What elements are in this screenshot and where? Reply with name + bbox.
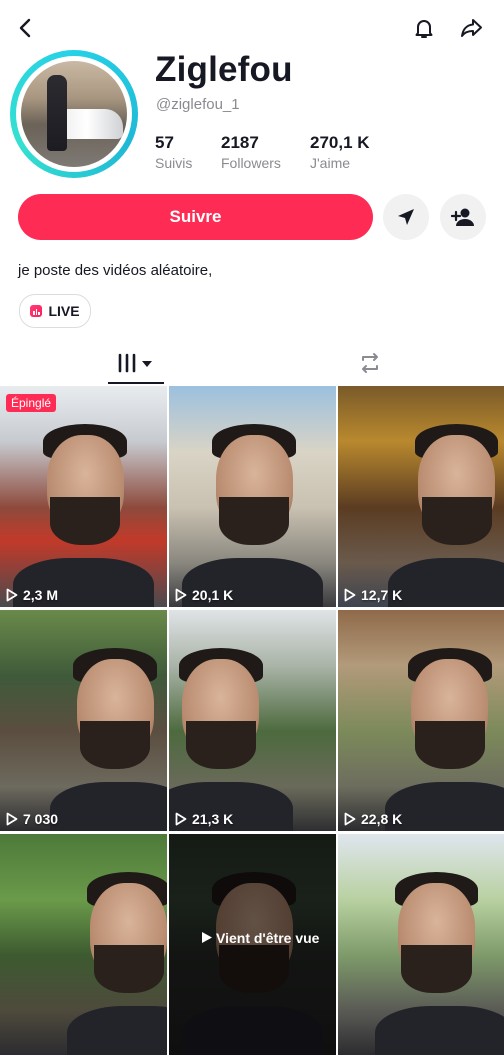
view-count-value: 22,8 K xyxy=(361,811,403,827)
back-button[interactable] xyxy=(8,10,44,46)
tab-videos[interactable] xyxy=(108,346,164,380)
chevron-left-icon xyxy=(19,18,31,38)
add-user-icon xyxy=(451,208,474,226)
share-arrow-icon xyxy=(461,19,482,37)
video-tile[interactable]: Épinglé 2,3 M xyxy=(0,386,167,607)
stat-likes[interactable]: 270,1 K J'aime xyxy=(310,133,370,171)
view-count-value: 7 030 xyxy=(23,811,59,827)
play-icon xyxy=(175,812,187,826)
thumbnail-beard-shape xyxy=(421,496,492,546)
stat-following-value: 57 xyxy=(155,133,174,152)
stat-followers-value: 2187 xyxy=(221,133,259,152)
video-tile[interactable]: 12,7 K xyxy=(338,386,504,607)
view-count: 21,3 K xyxy=(175,811,233,827)
just-seen-overlay: Vient d'être vue xyxy=(169,834,336,1055)
video-tile[interactable]: 7 030 xyxy=(0,610,167,831)
share-button[interactable] xyxy=(454,10,490,46)
video-tile[interactable]: 22,8 K xyxy=(338,610,504,831)
top-bar xyxy=(0,0,504,56)
thumbnail-shirt-shape xyxy=(384,782,504,831)
view-count: 22,8 K xyxy=(344,811,402,827)
stat-following[interactable]: 57 Suivis xyxy=(155,133,192,171)
play-icon xyxy=(344,588,356,602)
just-seen-label: Vient d'être vue xyxy=(216,930,320,946)
avatar-frame xyxy=(16,56,132,172)
stat-following-label: Suivis xyxy=(155,155,193,171)
thumbnail-shirt-shape xyxy=(388,558,504,607)
tab-active-indicator xyxy=(108,382,164,384)
video-tile[interactable]: 20,1 K xyxy=(169,386,336,607)
avatar-person-shape xyxy=(47,75,67,151)
thumbnail-beard-shape xyxy=(414,720,485,770)
view-count: 20,1 K xyxy=(175,587,233,603)
view-count-value: 20,1 K xyxy=(192,587,234,603)
thumbnail-beard-shape xyxy=(50,496,121,546)
play-icon xyxy=(344,812,356,826)
notifications-button[interactable] xyxy=(406,10,442,46)
play-icon xyxy=(6,812,18,826)
thumbnail-beard-shape xyxy=(401,944,472,994)
play-icon xyxy=(6,588,18,602)
stat-likes-value: 270,1 K xyxy=(310,133,370,152)
video-tile[interactable] xyxy=(338,834,504,1055)
send-icon xyxy=(398,209,414,225)
view-count: 12,7 K xyxy=(344,587,402,603)
stat-followers[interactable]: 2187 Followers xyxy=(221,133,281,171)
video-tile[interactable]: Vient d'être vue xyxy=(169,834,336,1055)
repost-icon xyxy=(362,353,378,373)
video-tile[interactable] xyxy=(0,834,167,1055)
thumbnail-beard-shape xyxy=(219,496,290,546)
profile-bio: je poste des vidéos aléatoire, xyxy=(18,262,213,279)
thumbnail-shirt-shape xyxy=(66,1006,167,1055)
view-count: 7 030 xyxy=(6,811,58,827)
video-tile[interactable]: 21,3 K xyxy=(169,610,336,831)
live-label: LIVE xyxy=(48,303,80,319)
add-friend-button[interactable] xyxy=(440,194,486,240)
thumbnail-shirt-shape xyxy=(50,782,167,831)
profile-handle: @ziglefou_1 xyxy=(156,96,240,113)
tab-reposts[interactable] xyxy=(352,346,388,380)
bell-icon xyxy=(415,20,433,38)
just-seen-text: Vient d'être vue xyxy=(201,930,321,947)
avatar[interactable] xyxy=(10,50,138,178)
live-button[interactable]: LIVE xyxy=(19,294,91,328)
stat-followers-label: Followers xyxy=(221,155,281,171)
thumbnail-beard-shape xyxy=(185,720,256,770)
grid-icon xyxy=(118,353,152,373)
view-count-value: 2,3 M xyxy=(23,587,59,603)
profile-username: Ziglefou xyxy=(155,50,293,89)
play-icon xyxy=(175,588,187,602)
stat-likes-label: J'aime xyxy=(310,155,351,171)
thumbnail-beard-shape xyxy=(80,720,151,770)
thumbnail-beard-shape xyxy=(93,944,164,994)
content-tabs xyxy=(0,340,504,386)
thumbnail-shirt-shape xyxy=(374,1006,504,1055)
live-icon xyxy=(30,305,43,317)
message-button[interactable] xyxy=(383,194,429,240)
view-count: 2,3 M xyxy=(6,587,58,603)
play-icon xyxy=(202,932,212,943)
pinned-badge: Épinglé xyxy=(6,394,57,412)
avatar-image xyxy=(21,61,127,167)
view-count-value: 21,3 K xyxy=(192,811,234,827)
follow-button[interactable]: Suivre xyxy=(18,194,373,240)
view-count-value: 12,7 K xyxy=(361,587,403,603)
